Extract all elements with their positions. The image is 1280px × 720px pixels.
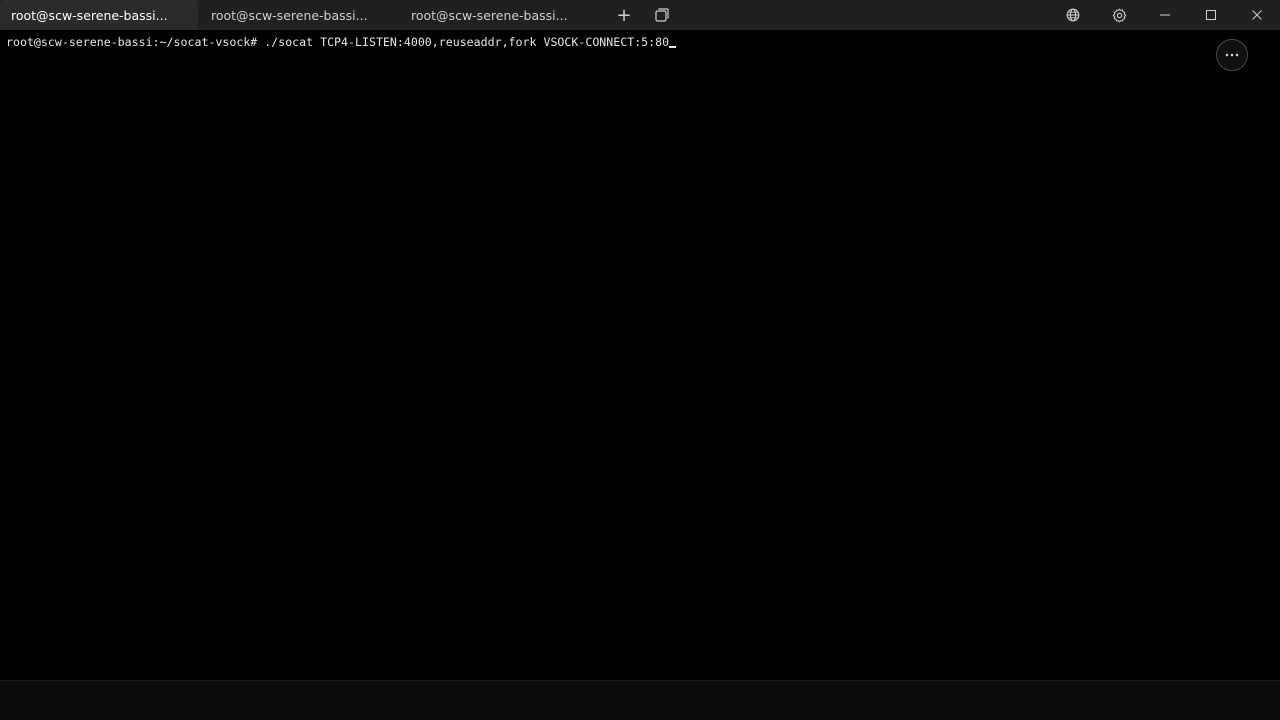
text-cursor [669,46,677,48]
shell-prompt: root@scw-serene-bassi:~/socat-vsock# [6,35,258,49]
duplicate-tab-icon [655,8,669,22]
tab-3[interactable]: root@scw-serene-bassi... [400,0,598,30]
bottom-bar [0,680,1280,720]
terminal-window: root@scw-serene-bassi... root@scw-serene… [0,0,1280,720]
command-line: root@scw-serene-bassi:~/socat-vsock# ./s… [6,34,1274,50]
more-options-icon [1225,53,1239,57]
globe-button[interactable] [1050,0,1096,30]
more-options-button[interactable] [1216,39,1248,71]
tab-1[interactable]: root@scw-serene-bassi... [0,0,198,30]
tab-label: root@scw-serene-bassi... [211,7,368,23]
tab-label: root@scw-serene-bassi... [411,7,568,23]
plus-icon: + [616,4,632,26]
settings-button[interactable] [1096,0,1142,30]
maximize-icon [1206,10,1216,20]
maximize-button[interactable] [1188,0,1234,30]
new-tab-button[interactable]: + [604,0,644,30]
duplicate-tab-button[interactable] [644,0,680,30]
minimize-button[interactable] [1142,0,1188,30]
minimize-icon [1160,14,1170,16]
terminal-output[interactable]: root@scw-serene-bassi:~/socat-vsock# ./s… [0,30,1280,680]
globe-icon [1066,8,1080,22]
close-button[interactable] [1234,0,1280,30]
tab-2[interactable]: root@scw-serene-bassi... [200,0,398,30]
tab-label: root@scw-serene-bassi... [11,7,168,23]
typed-command: ./socat TCP4-LISTEN:4000,reuseaddr,fork … [257,35,670,49]
gear-icon [1112,8,1126,22]
close-icon [1252,10,1262,20]
title-bar: root@scw-serene-bassi... root@scw-serene… [0,0,1280,30]
titlebar-drag-area[interactable] [680,0,1050,30]
